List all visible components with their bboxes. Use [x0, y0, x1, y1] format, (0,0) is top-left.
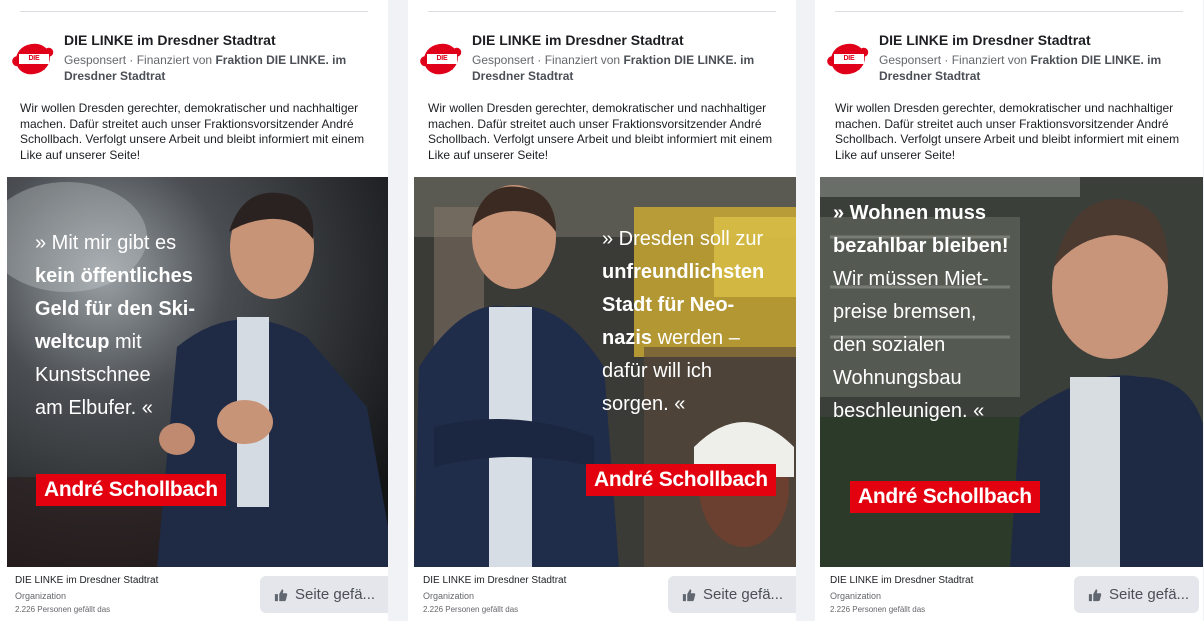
ad-body-text: Wir wollen Dresden gerechter, demokratis… — [835, 101, 1180, 162]
ad-footer: DIE LINKE im Dresdner Stadtrat Organizat… — [15, 574, 255, 615]
page-name-link[interactable]: DIE LINKE im Dresdner Stadtrat — [472, 32, 684, 48]
financed-prefix: · Finanziert von — [129, 53, 213, 67]
ad-header: DIE LINKE. DIE LINKE im Dresdner Stadtra… — [14, 32, 378, 84]
page-name-link[interactable]: DIE LINKE im Dresdner Stadtrat — [64, 32, 276, 48]
name-label: André Schollbach — [586, 464, 776, 496]
page-name-link[interactable]: DIE LINKE im Dresdner Stadtrat — [879, 32, 1091, 48]
sponsored-label: Gesponsert — [879, 53, 942, 67]
name-label: André Schollbach — [36, 474, 226, 506]
like-page-button[interactable]: Seite gefä... — [668, 576, 796, 613]
sponsored-label: Gesponsert — [472, 53, 535, 67]
thumbs-up-icon — [1088, 589, 1102, 602]
footer-like-count: 2.226 Personen gefällt das — [423, 605, 519, 614]
sponsored-info: Gesponsert · Finanziert von Fraktion DIE… — [472, 52, 782, 84]
ad-image[interactable]: » Wohnen muss bezahlbar bleiben! Wir müs… — [820, 177, 1203, 567]
ad-footer: DIE LINKE im Dresdner Stadtrat Organizat… — [830, 574, 1070, 615]
quote-text: » Mit mir gibt es kein öffentliches Geld… — [35, 232, 196, 419]
die-linke-logo-icon[interactable]: DIE LINKE. — [422, 41, 460, 77]
die-linke-logo-icon[interactable]: DIE LINKE. — [829, 41, 867, 77]
footer-page-type: Organization — [15, 591, 67, 601]
financed-prefix: · Finanziert von — [537, 53, 621, 67]
footer-page-name[interactable]: DIE LINKE im Dresdner Stadtrat — [423, 574, 663, 587]
thumbs-up-icon — [274, 589, 288, 602]
divider — [835, 11, 1183, 12]
ad-card-2: DIE LINKE. DIE LINKE im Dresdner Stadtra… — [408, 0, 796, 621]
ad-card-1: DIE LINKE. DIE LINKE im Dresdner Stadtra… — [0, 0, 388, 621]
ad-header: DIE LINKE. DIE LINKE im Dresdner Stadtra… — [422, 32, 786, 84]
like-button-label: Seite gefä... — [1109, 586, 1190, 603]
sponsored-label: Gesponsert — [64, 53, 127, 67]
ad-image[interactable]: » Mit mir gibt es kein öffentliches Geld… — [7, 177, 388, 567]
like-button-label: Seite gefä... — [295, 586, 376, 603]
like-button-label: Seite gefä... — [703, 586, 784, 603]
ad-image[interactable]: » Dresden soll zur unfreundlichsten Stad… — [414, 177, 796, 567]
ad-body-text: Wir wollen Dresden gerechter, demokratis… — [20, 101, 365, 162]
sponsored-info: Gesponsert · Finanziert von Fraktion DIE… — [64, 52, 374, 84]
footer-page-name[interactable]: DIE LINKE im Dresdner Stadtrat — [830, 574, 1070, 587]
like-page-button[interactable]: Seite gefä... — [1074, 576, 1199, 613]
footer-page-type: Organization — [830, 591, 882, 601]
ad-card-3: DIE LINKE. DIE LINKE im Dresdner Stadtra… — [815, 0, 1203, 621]
thumbs-up-icon — [682, 589, 696, 602]
name-label: André Schollbach — [850, 481, 1040, 513]
financed-prefix: · Finanziert von — [944, 53, 1028, 67]
quote-text: » Wohnen muss bezahlbar bleiben! Wir müs… — [833, 202, 1009, 422]
ad-body-text: Wir wollen Dresden gerechter, demokratis… — [428, 101, 773, 162]
sponsored-info: Gesponsert · Finanziert von Fraktion DIE… — [879, 52, 1189, 84]
quote-text: » Dresden soll zur unfreundlichsten Stad… — [602, 228, 765, 415]
die-linke-logo-icon[interactable]: DIE LINKE. — [14, 41, 52, 77]
divider — [428, 11, 776, 12]
ad-header: DIE LINKE. DIE LINKE im Dresdner Stadtra… — [829, 32, 1193, 84]
divider — [20, 11, 368, 12]
ad-footer: DIE LINKE im Dresdner Stadtrat Organizat… — [423, 574, 663, 615]
footer-page-name[interactable]: DIE LINKE im Dresdner Stadtrat — [15, 574, 255, 587]
like-page-button[interactable]: Seite gefä... — [260, 576, 388, 613]
footer-like-count: 2.226 Personen gefällt das — [830, 605, 926, 614]
footer-like-count: 2.226 Personen gefällt das — [15, 605, 111, 614]
footer-page-type: Organization — [423, 591, 475, 601]
